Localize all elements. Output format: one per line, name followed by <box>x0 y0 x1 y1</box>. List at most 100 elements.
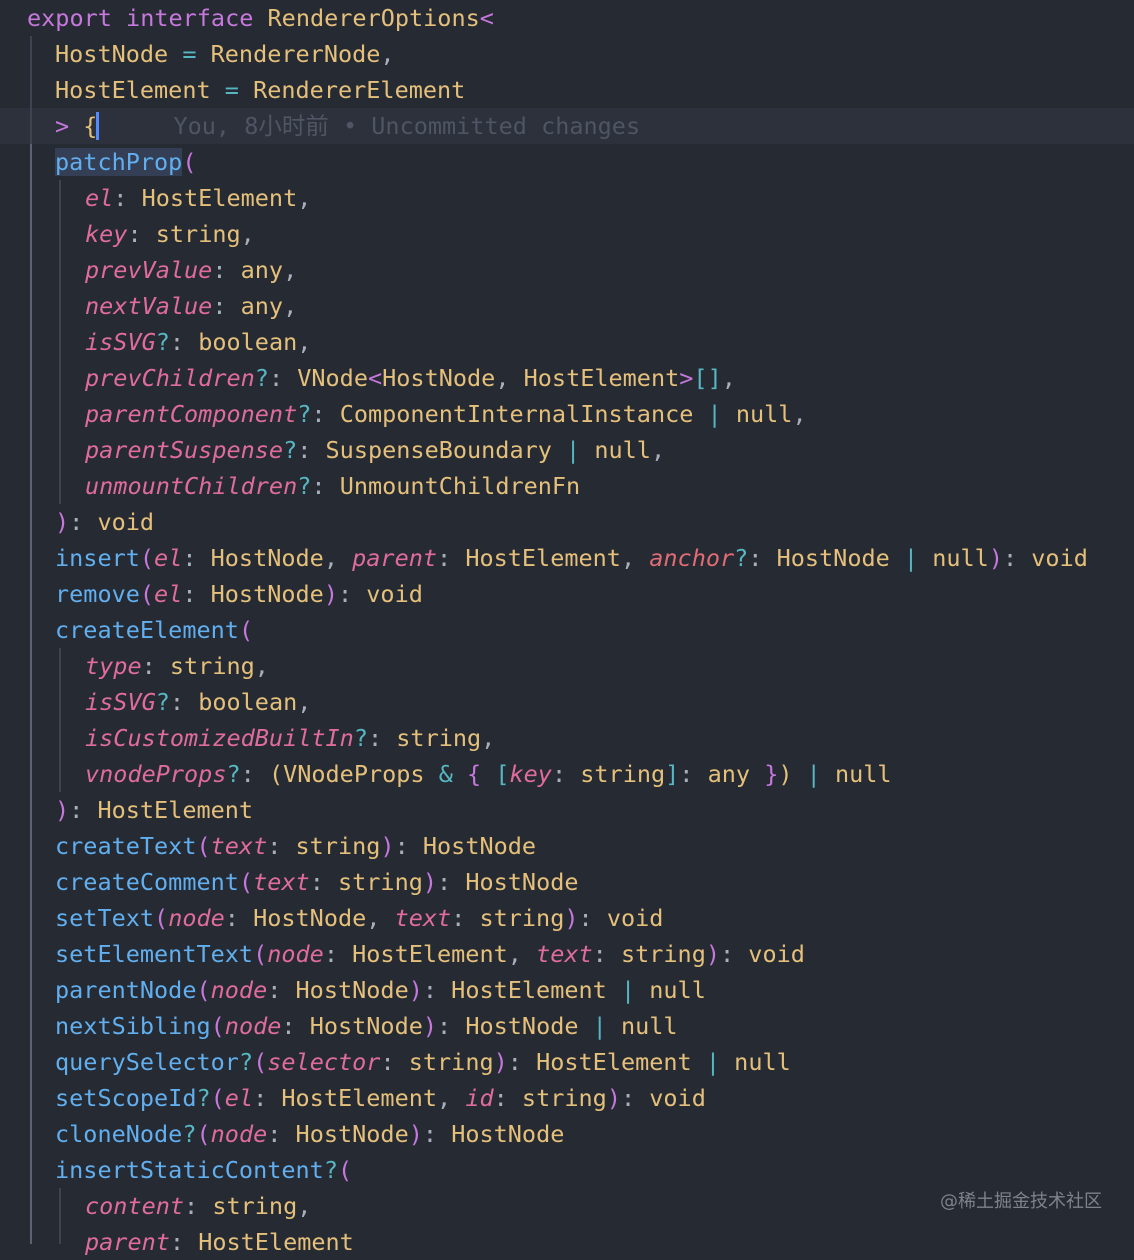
code-token: HostNode <box>210 544 324 572</box>
code-token: : <box>394 832 423 860</box>
code-token: RendererOptions <box>267 4 480 32</box>
code-token: HostNode <box>295 976 409 1004</box>
code-token: ( <box>154 904 169 932</box>
code-token: : <box>182 580 211 608</box>
code-token: , <box>297 328 312 356</box>
code-token: ( <box>268 760 284 788</box>
code-line[interactable]: type: string, <box>0 648 1134 684</box>
code-line[interactable]: ): void <box>0 504 1134 540</box>
code-line[interactable]: vnodeProps?: (VNodeProps & { [key: strin… <box>0 756 1134 792</box>
code-token: string <box>212 1192 298 1220</box>
code-token: isSVG <box>85 688 156 716</box>
code-line[interactable]: prevChildren?: VNode<HostNode, HostEleme… <box>0 360 1134 396</box>
code-token: | <box>792 760 835 788</box>
code-token: : <box>311 472 340 500</box>
code-token: | <box>578 1012 621 1040</box>
code-line[interactable]: HostElement = RendererElement <box>0 72 1134 108</box>
code-token: , <box>283 256 298 284</box>
code-token: isSVG <box>85 328 156 356</box>
code-token: parent <box>85 1228 170 1256</box>
code-token: HostNode <box>210 580 324 608</box>
code-line[interactable]: el: HostElement, <box>0 180 1134 216</box>
code-token: | <box>691 1048 735 1076</box>
code-line[interactable]: parentComponent?: ComponentInternalInsta… <box>0 396 1134 432</box>
code-token: , <box>481 724 496 752</box>
code-token: vnodeProps <box>85 760 227 788</box>
code-token: : <box>323 940 353 968</box>
code-line[interactable]: export interface RendererOptions< <box>0 0 1134 36</box>
code-line[interactable]: cloneNode?(node: HostNode): HostNode <box>0 1116 1134 1152</box>
code-token: interface <box>126 4 268 32</box>
code-token: void <box>649 1084 706 1112</box>
code-token: RendererElement <box>253 76 466 104</box>
code-token: ) <box>606 1084 621 1112</box>
code-line[interactable]: createText(text: string): HostNode <box>0 828 1134 864</box>
code-line[interactable]: parentSuspense?: SuspenseBoundary | null… <box>0 432 1134 468</box>
code-line[interactable]: unmountChildren?: UnmountChildrenFn <box>0 468 1134 504</box>
code-line[interactable]: remove(el: HostNode): void <box>0 576 1134 612</box>
code-line[interactable]: setText(node: HostNode, text: string): v… <box>0 900 1134 936</box>
code-line[interactable]: > {You, 8小时前 • Uncommitted changes <box>0 108 1134 144</box>
code-token: cloneNode <box>55 1120 183 1148</box>
code-line[interactable]: prevValue: any, <box>0 252 1134 288</box>
code-token: HostElement <box>536 1048 692 1076</box>
code-token: HostElement <box>198 1228 354 1256</box>
code-token: null <box>932 544 989 572</box>
code-line[interactable]: createComment(text: string): HostNode <box>0 864 1134 900</box>
code-token: node <box>210 976 268 1004</box>
code-line[interactable]: setElementText(node: HostElement, text: … <box>0 936 1134 972</box>
code-token: ? <box>297 472 312 500</box>
code-token: null <box>649 976 706 1004</box>
code-token: HostNode <box>451 1120 565 1148</box>
code-line[interactable]: isSVG?: boolean, <box>0 684 1134 720</box>
code-token: string <box>580 760 666 788</box>
code-token: string <box>620 940 706 968</box>
code-editor[interactable]: export interface RendererOptions< HostNod… <box>0 0 1134 1256</box>
code-token: HostNode <box>465 1012 579 1040</box>
code-token: string <box>155 220 241 248</box>
code-line[interactable]: nextValue: any, <box>0 288 1134 324</box>
code-token: ( <box>139 580 155 608</box>
code-line[interactable]: nextSibling(node: HostNode): HostNode | … <box>0 1008 1134 1044</box>
code-line[interactable]: key: string, <box>0 216 1134 252</box>
git-blame-annotation: You, 8小时前 • Uncommitted changes <box>173 112 641 140</box>
code-token: : <box>281 1012 310 1040</box>
code-token: void <box>1031 544 1088 572</box>
code-token: ? <box>238 1048 254 1076</box>
code-token: ) <box>323 580 338 608</box>
code-line[interactable]: insertStaticContent?( <box>0 1152 1134 1188</box>
code-line[interactable]: setScopeId?(el: HostElement, id: string)… <box>0 1080 1134 1116</box>
watermark: @稀土掘金技术社区 <box>940 1191 1102 1212</box>
code-token: parent <box>352 544 438 572</box>
code-token: querySelector <box>55 1048 239 1076</box>
code-line[interactable]: parentNode(node: HostNode): HostElement … <box>0 972 1134 1008</box>
code-line[interactable]: ): HostElement <box>0 792 1134 828</box>
code-token: any <box>240 292 284 320</box>
code-line[interactable]: querySelector?(selector: string): HostEl… <box>0 1044 1134 1080</box>
code-line[interactable]: HostNode = RendererNode, <box>0 36 1134 72</box>
code-line[interactable]: insert(el: HostNode, parent: HostElement… <box>0 540 1134 576</box>
code-token: string <box>479 904 565 932</box>
code-token: : <box>297 436 326 464</box>
code-line[interactable]: parent: HostElement <box>0 1224 1134 1260</box>
code-token: string <box>408 1048 494 1076</box>
code-line[interactable]: patchProp( <box>0 144 1134 180</box>
code-line[interactable]: isSVG?: boolean, <box>0 324 1134 360</box>
code-token: : <box>267 976 296 1004</box>
code-token: createElement <box>55 616 239 644</box>
code-token: SuspenseBoundary <box>325 436 552 464</box>
code-token: > <box>55 112 84 140</box>
code-token: ) <box>408 976 423 1004</box>
indent-guide <box>59 1188 61 1244</box>
code-token: ? <box>155 688 170 716</box>
code-line[interactable]: isCustomizedBuiltIn?: string, <box>0 720 1134 756</box>
code-token: ) <box>55 508 70 536</box>
code-token: ? <box>254 364 269 392</box>
code-token: void <box>606 904 664 932</box>
code-token: : <box>620 1084 650 1112</box>
code-token: : <box>240 760 269 788</box>
code-token: : <box>169 328 199 356</box>
code-token: : <box>1002 544 1032 572</box>
code-token: id <box>465 1084 494 1112</box>
code-line[interactable]: createElement( <box>0 612 1134 648</box>
